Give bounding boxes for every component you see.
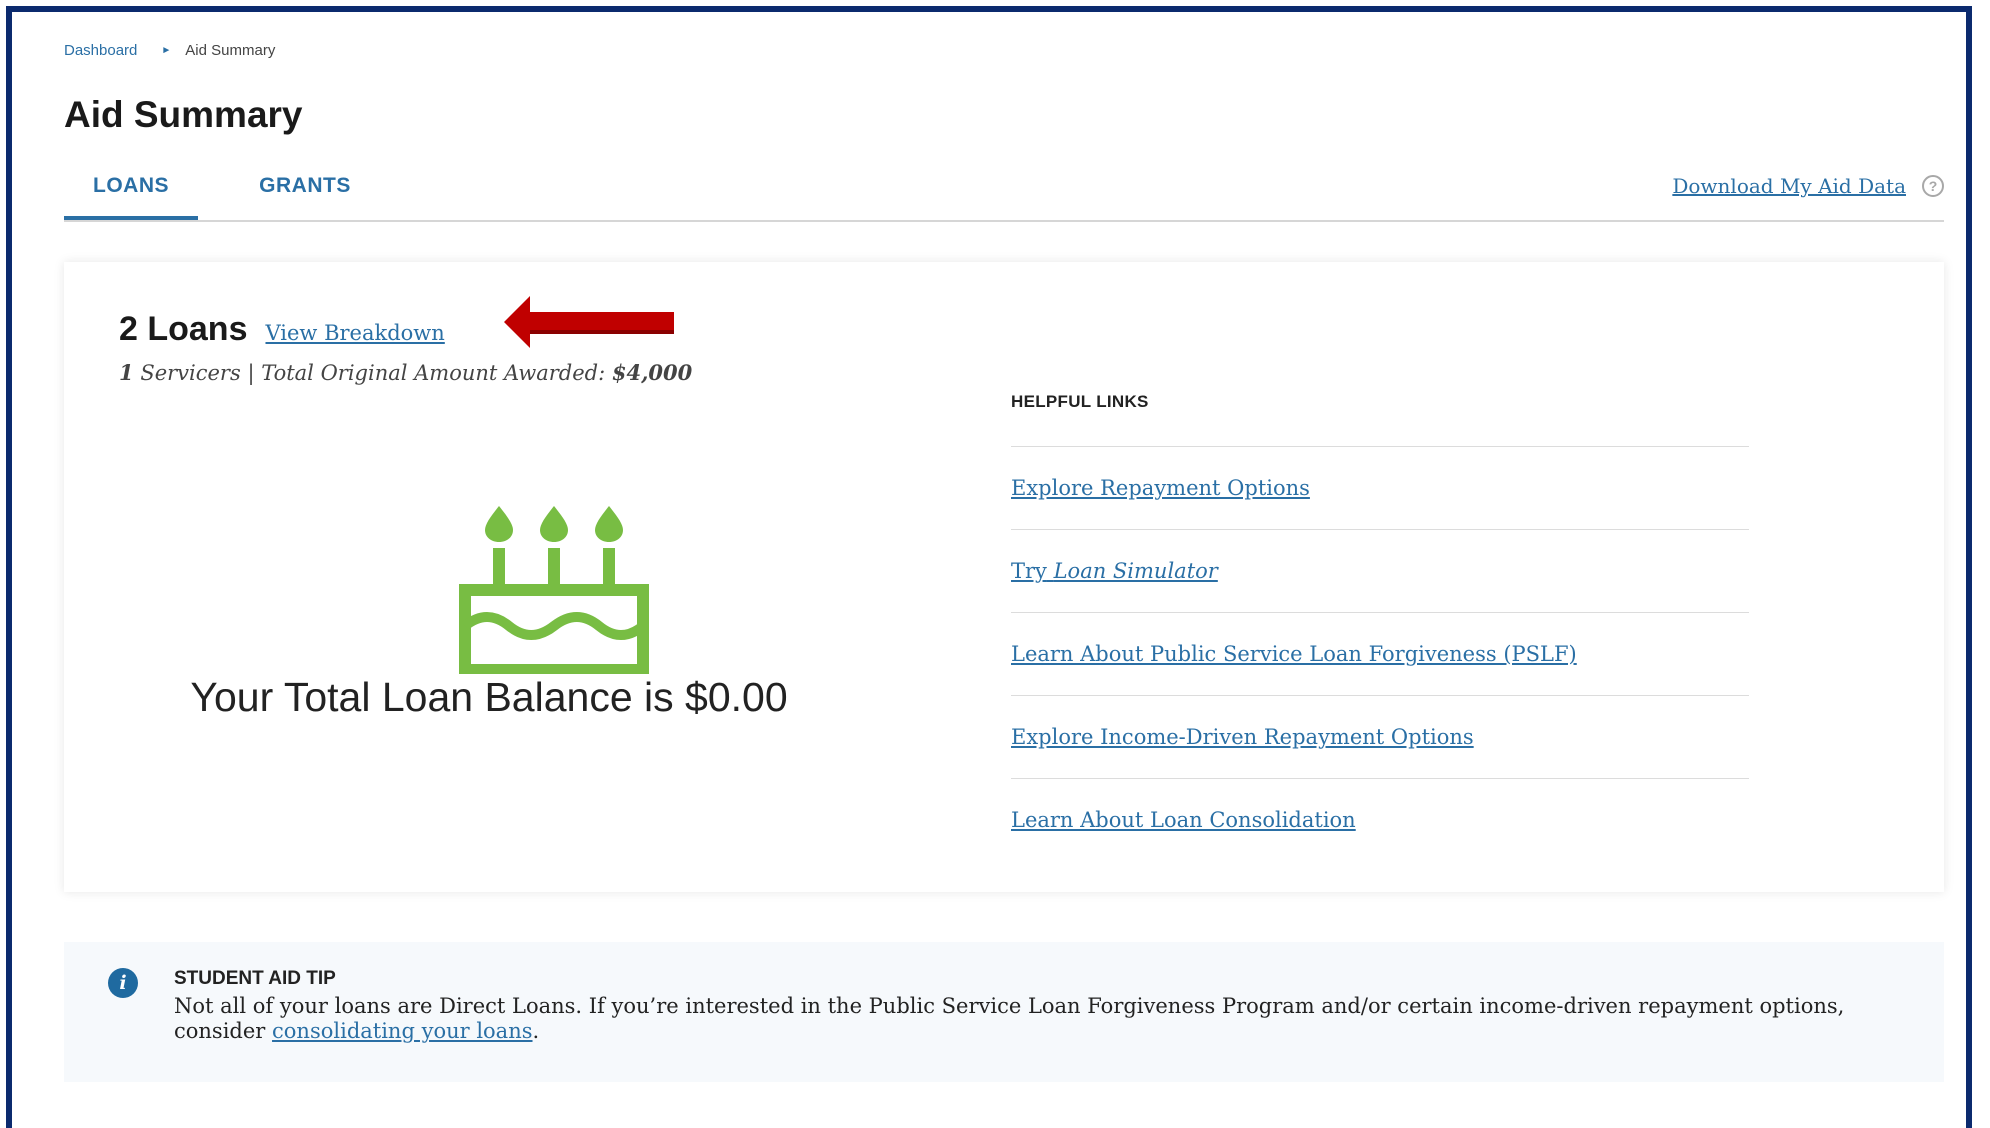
consolidating-loans-link[interactable]: consolidating your loans xyxy=(272,1019,532,1043)
download-section: Download My Aid Data ? xyxy=(1672,174,1944,198)
subtitle-divider: | xyxy=(247,361,255,385)
page-frame: Dashboard ► Aid Summary Aid Summary LOAN… xyxy=(6,6,1972,1128)
total-label: Total Original Amount Awarded: xyxy=(261,361,606,385)
loan-simulator-link[interactable]: Try Loan Simulator xyxy=(1011,559,1218,583)
loans-subtitle: 1 Servicers | Total Original Amount Awar… xyxy=(119,360,692,385)
tab-loans[interactable]: LOANS xyxy=(64,174,198,220)
servicers-label: Servicers xyxy=(140,361,241,385)
income-driven-repayment-link[interactable]: Explore Income-Driven Repayment Options xyxy=(1011,725,1474,749)
question-circle-icon[interactable]: ? xyxy=(1922,175,1944,197)
list-item: Try Loan Simulator xyxy=(1011,529,1749,612)
breadcrumb-separator-icon: ► xyxy=(161,45,172,56)
pslf-link[interactable]: Learn About Public Service Loan Forgiven… xyxy=(1011,642,1577,666)
loan-simulator-link-prefix: Try xyxy=(1011,559,1047,583)
download-aid-data-link[interactable]: Download My Aid Data xyxy=(1672,174,1906,198)
list-item: Learn About Loan Consolidation xyxy=(1011,778,1749,861)
tip-title: STUDENT AID TIP xyxy=(174,968,336,989)
red-arrow-icon xyxy=(504,296,674,348)
breadcrumb: Dashboard ► Aid Summary xyxy=(64,42,275,59)
loan-simulator-link-em: Loan Simulator xyxy=(1053,559,1218,583)
breadcrumb-current: Aid Summary xyxy=(185,42,276,59)
tip-text: Not all of your loans are Direct Loans. … xyxy=(174,994,1874,1044)
tab-grants[interactable]: GRANTS xyxy=(240,174,370,220)
page-title: Aid Summary xyxy=(64,94,303,135)
list-item: Learn About Public Service Loan Forgiven… xyxy=(1011,612,1749,695)
tab-bar: LOANS GRANTS Download My Aid Data ? xyxy=(64,164,1944,222)
explore-repayment-options-link[interactable]: Explore Repayment Options xyxy=(1011,476,1310,500)
total-value: $4,000 xyxy=(611,360,693,385)
helpful-links-title: HELPFUL LINKS xyxy=(1011,392,1149,411)
birthday-cake-icon xyxy=(459,506,649,674)
student-aid-tip: i STUDENT AID TIP Not all of your loans … xyxy=(64,942,1944,1082)
loan-consolidation-link[interactable]: Learn About Loan Consolidation xyxy=(1011,808,1356,832)
loans-heading: 2 Loans View Breakdown xyxy=(119,310,445,349)
view-breakdown-link[interactable]: View Breakdown xyxy=(265,321,444,345)
total-balance-text: Your Total Loan Balance is $0.00 xyxy=(190,674,788,720)
loans-summary-card: 2 Loans View Breakdown 1 Servicers | Tot… xyxy=(64,262,1944,892)
loans-count: 2 Loans xyxy=(119,310,248,348)
list-item: Explore Repayment Options xyxy=(1011,446,1749,529)
breadcrumb-dashboard-link[interactable]: Dashboard xyxy=(64,42,137,59)
list-item: Explore Income-Driven Repayment Options xyxy=(1011,695,1749,778)
info-icon: i xyxy=(108,968,138,998)
tip-text-end: . xyxy=(532,1019,540,1043)
helpful-links: HELPFUL LINKS Explore Repayment Options … xyxy=(1011,392,1749,861)
servicers-count: 1 xyxy=(119,360,134,385)
